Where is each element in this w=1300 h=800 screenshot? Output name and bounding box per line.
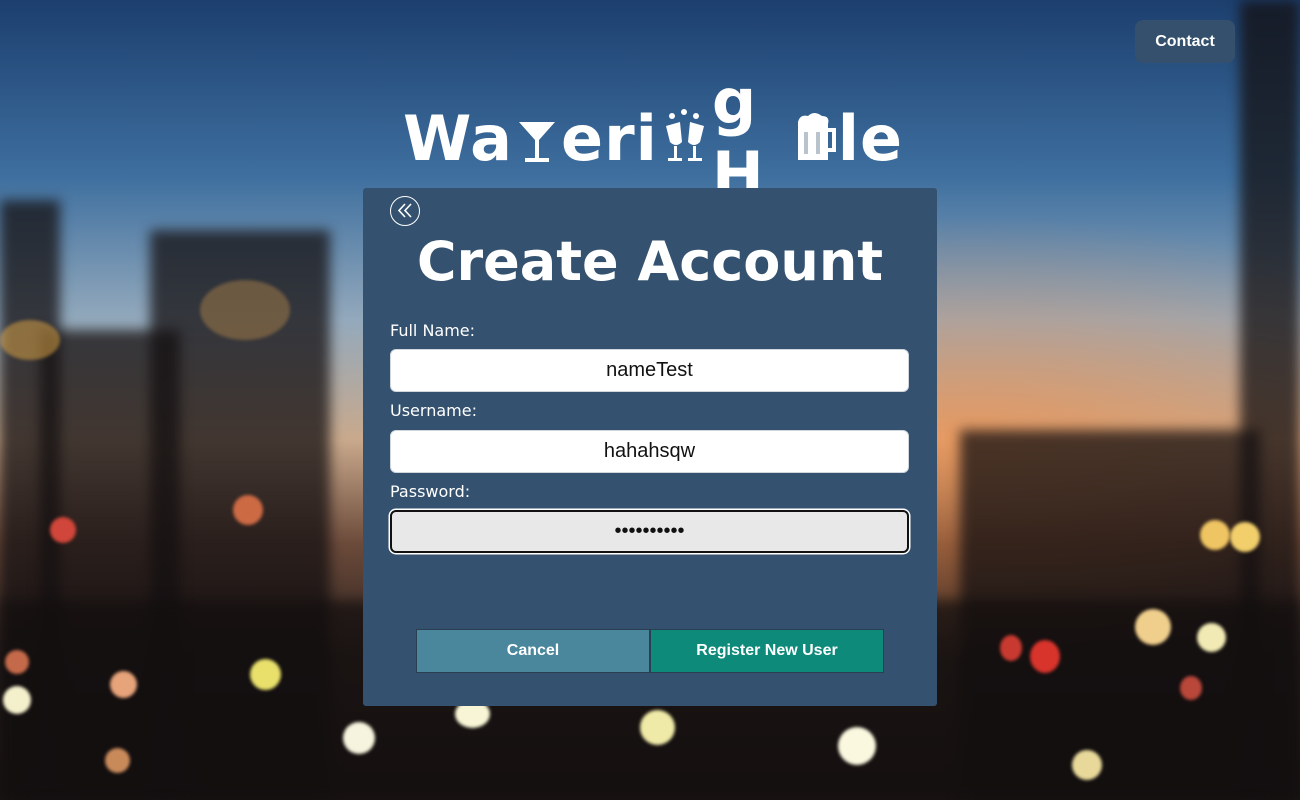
contact-button[interactable]: Contact [1135,20,1235,63]
logo-text-1: Wa [403,101,514,175]
password-label: Password: [390,482,471,501]
username-label: Username: [390,401,477,420]
register-new-user-button[interactable]: Register New User [650,629,884,673]
full-name-input[interactable] [390,349,909,392]
logo-text-2: eri [561,101,658,175]
beer-mug-icon [792,108,836,168]
username-input[interactable] [390,430,909,473]
back-button[interactable] [390,196,420,226]
cancel-button[interactable]: Cancel [416,629,650,673]
page-title: Create Account [416,230,884,293]
cheers-glasses-icon [660,108,710,168]
watering-hole-logo: Wa eri g H le [403,65,903,211]
double-chevron-left-icon [392,203,419,227]
cocktail-glass-icon [515,108,559,168]
password-input[interactable] [390,510,909,553]
full-name-label: Full Name: [390,321,476,340]
logo-text-4: le [837,101,903,175]
create-account-panel: Create Account Full Name: Username: Pass… [363,188,937,706]
